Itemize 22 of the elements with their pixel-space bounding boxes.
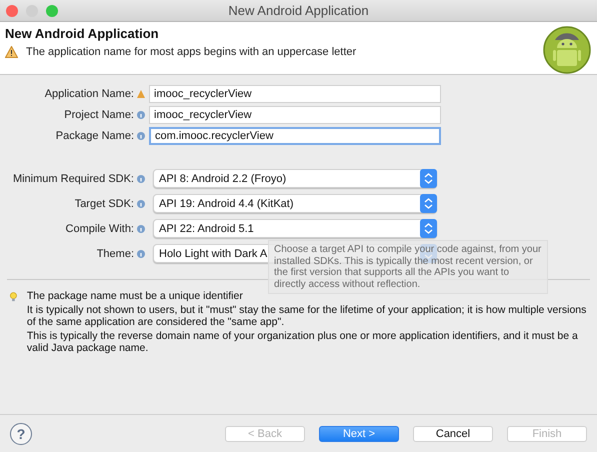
tooltip: Choose a target API to compile your code against, from your installed SDKs. This is typically the most recent version, or the first version that supports all the APIs you want to directly access without reflection. — [268, 240, 548, 294]
description-text: It is typically not shown to users, but it "must" stay the same for the lifetime of your application; it is how multiple versions of the same application are considered the "same app". — [26, 304, 588, 328]
text-field[interactable]: imooc_recyclerView — [149, 106, 441, 124]
text-field[interactable]: imooc_recyclerView — [149, 84, 441, 102]
dropdown[interactable]: API 19: Android 4.4 (KitKat) — [153, 194, 437, 213]
description-text: The package name must be a unique identifier — [26, 290, 244, 302]
header-title: New Android Application — [5, 26, 160, 41]
field-label: Application Name: — [44, 88, 134, 100]
dialog-button[interactable]: Cancel — [413, 426, 493, 442]
field-label: Target SDK: — [74, 198, 134, 210]
header-message: The application name for most apps begins with an uppercase letter — [26, 46, 356, 58]
dropdown[interactable]: API 8: Android 2.2 (Froyo) — [153, 169, 437, 188]
field-label: Compile With: — [64, 222, 134, 234]
text-field[interactable]: com.imooc.recyclerView — [149, 126, 441, 144]
help-button[interactable]: ? — [10, 422, 32, 444]
field-label: Project Name: — [63, 108, 134, 120]
dropdown[interactable]: API 22: Android 5.1 — [153, 219, 437, 238]
description-text: This is typically the reverse domain name of your organization plus one or more application identifiers, and it must be a valid Java package name. — [26, 330, 579, 354]
window-title: New Android Application — [228, 3, 369, 18]
field-label: Package Name: — [54, 130, 134, 142]
field-label: Theme: — [96, 248, 134, 260]
field-label: Minimum Required SDK: — [12, 172, 134, 184]
